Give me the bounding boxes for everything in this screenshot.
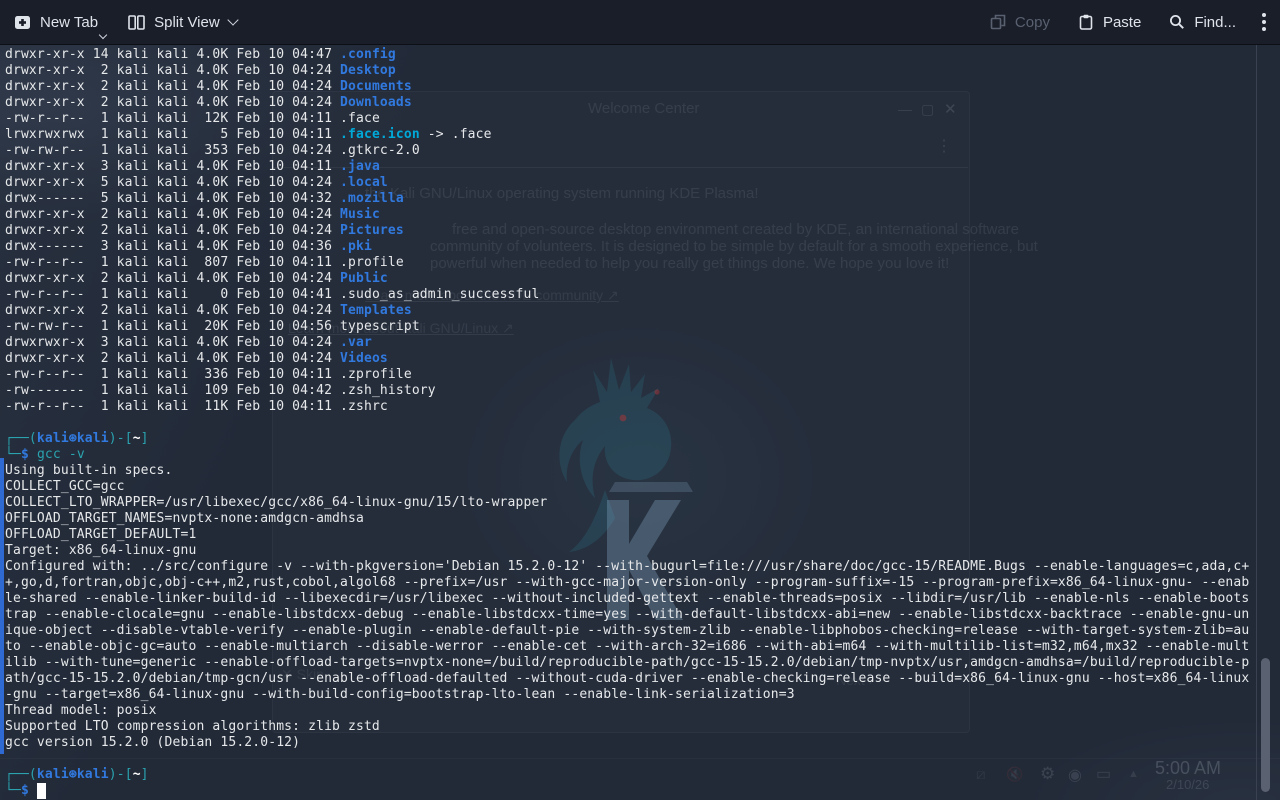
ls-row: -rw-rw-r-- 1 kali kali 353 Feb 10 04:24 … — [5, 143, 420, 158]
shell-prompt: ┌──(kali⊛kali)-[~] └─$ — [5, 767, 149, 798]
toolbar-right-group: Copy Paste Find... — [962, 13, 1266, 31]
ls-row: -rw-r--r-- 1 kali kali 807 Feb 10 04:11 … — [5, 255, 404, 270]
output-line: -gnu --target=x86_64-linux-gnu --with-bu… — [5, 687, 795, 702]
ls-row: drwx------ 3 kali kali 4.0K Feb 10 04:36… — [5, 239, 372, 254]
new-tab-button[interactable]: New Tab — [14, 14, 98, 31]
output-line: trap --enable-clocale=gnu --enable-libst… — [5, 607, 1249, 622]
ls-row: drwxr-xr-x 2 kali kali 4.0K Feb 10 04:24… — [5, 79, 412, 94]
search-icon — [1169, 14, 1185, 30]
konsole-window: New Tab Split View Copy — [0, 0, 1280, 800]
ls-row: drwxr-xr-x 2 kali kali 4.0K Feb 10 04:24… — [5, 271, 388, 286]
ls-row: -rw-r--r-- 1 kali kali 11K Feb 10 04:11 … — [5, 399, 388, 414]
scrollbar-track[interactable] — [1257, 45, 1280, 800]
copy-button[interactable]: Copy — [990, 14, 1050, 31]
output-line: +,go,d,fortran,objc,obj-c++,m2,rust,cobo… — [5, 575, 1249, 590]
new-tab-dropdown-chevron-icon[interactable] — [99, 30, 107, 38]
copy-icon — [990, 14, 1006, 30]
ls-row: -rw------- 1 kali kali 109 Feb 10 04:42 … — [5, 383, 436, 398]
terminal-area[interactable]: Welcome Center—▢✕⋮the Kali GNU/Linux ope… — [0, 45, 1280, 800]
output-line: OFFLOAD_TARGET_NAMES=nvptx-none:amdgcn-a… — [5, 511, 364, 526]
output-line: Configured with: ../src/configure -v --w… — [5, 559, 1249, 574]
output-line: COLLECT_LTO_WRAPPER=/usr/libexec/gcc/x86… — [5, 495, 547, 510]
ls-row: drwxrwxr-x 3 kali kali 4.0K Feb 10 04:24… — [5, 335, 372, 350]
scrollbar-thumb[interactable] — [1261, 658, 1270, 792]
output-line: Thread model: posix — [5, 703, 157, 718]
output-line: ath/gcc-15-15.2.0/debian/tmp-gcn/usr --e… — [5, 671, 1249, 686]
output-line: COLLECT_GCC=gcc — [5, 479, 125, 494]
toolbar: New Tab Split View Copy — [0, 0, 1280, 45]
text-cursor — [37, 783, 46, 799]
output-line: Target: x86_64-linux-gnu — [5, 543, 196, 558]
terminal-output[interactable]: drwxr-xr-x 14 kali kali 4.0K Feb 10 04:4… — [5, 47, 1249, 799]
output-line: Supported LTO compression algorithms: zl… — [5, 719, 380, 734]
paste-icon — [1078, 14, 1094, 30]
paste-label: Paste — [1103, 14, 1141, 31]
split-view-icon — [128, 15, 145, 30]
ls-row: -rw-rw-r-- 1 kali kali 20K Feb 10 04:56 … — [5, 319, 420, 334]
ls-row: drwxr-xr-x 2 kali kali 4.0K Feb 10 04:24… — [5, 351, 388, 366]
ls-row: drwxr-xr-x 2 kali kali 4.0K Feb 10 04:24… — [5, 223, 404, 238]
output-line: le-shared --enable-linker-build-id --lib… — [5, 591, 1249, 606]
ls-row: -rw-r--r-- 1 kali kali 0 Feb 10 04:41 .s… — [5, 287, 539, 302]
ls-row: drwx------ 5 kali kali 4.0K Feb 10 04:32… — [5, 191, 404, 206]
new-tab-icon — [14, 15, 31, 30]
ls-row: drwxr-xr-x 2 kali kali 4.0K Feb 10 04:24… — [5, 303, 412, 318]
ls-row: drwxr-xr-x 3 kali kali 4.0K Feb 10 04:11… — [5, 159, 380, 174]
find-label: Find... — [1194, 14, 1236, 31]
ls-row: drwxr-xr-x 2 kali kali 4.0K Feb 10 04:24… — [5, 95, 412, 110]
ls-row: drwxr-xr-x 2 kali kali 4.0K Feb 10 04:24… — [5, 63, 396, 78]
shell-prompt: ┌──(kali⊛kali)-[~] └─$ gcc -v — [5, 431, 149, 462]
ls-row: drwxr-xr-x 2 kali kali 4.0K Feb 10 04:24… — [5, 207, 380, 222]
output-line: gcc version 15.2.0 (Debian 15.2.0-12) — [5, 735, 300, 750]
menu-kebab-icon[interactable] — [1262, 13, 1266, 31]
new-output-indicator — [0, 458, 4, 754]
split-view-chevron-icon — [227, 14, 238, 25]
paste-button[interactable]: Paste — [1078, 14, 1141, 31]
split-view-button[interactable]: Split View — [128, 14, 237, 31]
output-line: to --enable-objc-gc=auto --enable-multia… — [5, 639, 1249, 654]
output-line: OFFLOAD_TARGET_DEFAULT=1 — [5, 527, 196, 542]
output-line: Using built-in specs. — [5, 463, 173, 478]
ls-row: lrwxrwxrwx 1 kali kali 5 Feb 10 04:11 .f… — [5, 127, 492, 142]
ls-row: drwxr-xr-x 14 kali kali 4.0K Feb 10 04:4… — [5, 47, 396, 62]
output-line: ique-object --disable-vtable-verify --en… — [5, 623, 1249, 638]
ls-row: drwxr-xr-x 5 kali kali 4.0K Feb 10 04:24… — [5, 175, 388, 190]
ls-row: -rw-r--r-- 1 kali kali 336 Feb 10 04:11 … — [5, 367, 412, 382]
output-line: ilib --with-tune=generic --enable-offloa… — [5, 655, 1249, 670]
copy-label: Copy — [1015, 14, 1050, 31]
new-tab-label: New Tab — [40, 14, 98, 31]
ls-row: -rw-r--r-- 1 kali kali 12K Feb 10 04:11 … — [5, 111, 380, 126]
split-view-label: Split View — [154, 14, 220, 31]
find-button[interactable]: Find... — [1169, 14, 1236, 31]
